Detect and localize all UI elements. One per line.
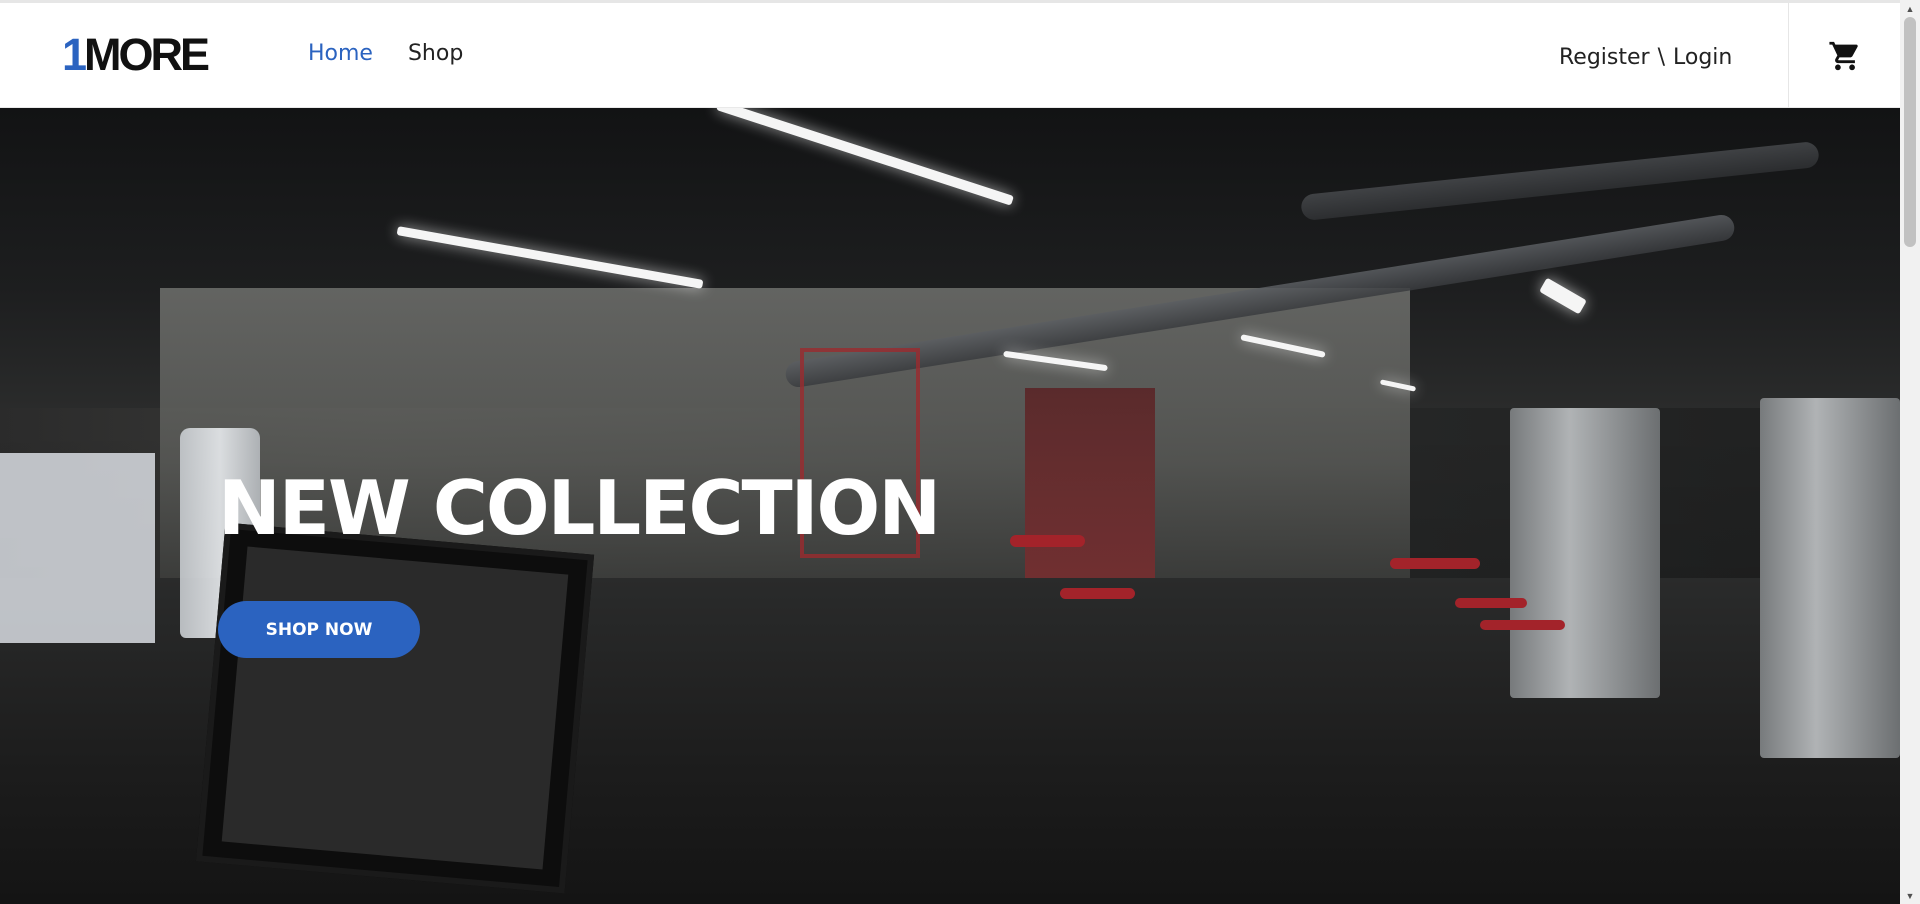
auth-separator: \ (1657, 45, 1665, 70)
hero-bench-pad (1390, 558, 1480, 569)
nav-home[interactable]: Home (308, 41, 373, 66)
site-header: 1 MORE Home Shop Register \ Login (0, 3, 1900, 108)
main-nav: Home Shop (308, 41, 463, 66)
auth-links: Register \ Login (1559, 45, 1732, 70)
hero-bench-pad (1060, 588, 1135, 599)
hero-machine (1760, 398, 1900, 758)
hero-bench-pad (1010, 535, 1085, 547)
cart-area (1788, 3, 1900, 108)
hero-machine (1510, 408, 1660, 698)
hero-paper-sign (0, 453, 155, 643)
hero-banner: NEW COLLECTION SHOP NOW (0, 108, 1900, 904)
hero-sign-inner (221, 546, 569, 870)
hero-mural (1025, 388, 1155, 578)
logo-text: MORE (84, 29, 210, 80)
hero-bench-pad (1480, 620, 1565, 630)
hero-bench-pad (1455, 598, 1527, 608)
hero-title: NEW COLLECTION (218, 464, 941, 552)
brand-logo[interactable]: 1 MORE (62, 29, 210, 80)
nav-shop[interactable]: Shop (408, 41, 463, 66)
login-link[interactable]: Login (1673, 45, 1732, 70)
cart-icon[interactable] (1828, 39, 1862, 73)
page-scrollbar[interactable]: ▲ ▼ (1900, 0, 1920, 904)
hero-sign-board (195, 522, 595, 894)
shop-now-button[interactable]: SHOP NOW (218, 601, 420, 658)
scroll-down-arrow-icon[interactable]: ▼ (1900, 887, 1920, 904)
logo-accent: 1 (62, 29, 87, 80)
scroll-up-arrow-icon[interactable]: ▲ (1900, 0, 1920, 17)
scroll-thumb[interactable] (1904, 17, 1916, 247)
register-link[interactable]: Register (1559, 45, 1650, 70)
